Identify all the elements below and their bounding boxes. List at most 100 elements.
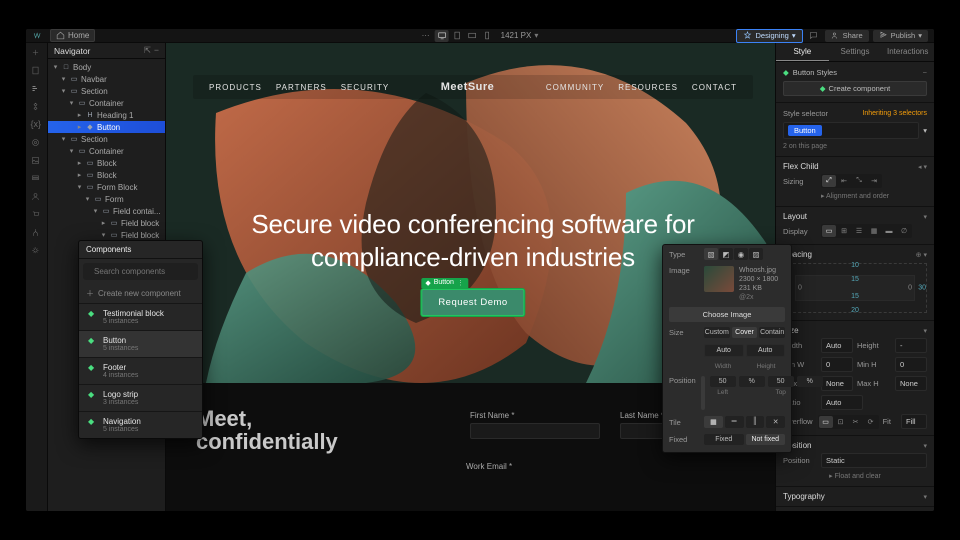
component-item[interactable]: ◆Testimonial block5 instances <box>79 303 202 330</box>
maxh-input[interactable]: None <box>895 376 927 391</box>
section-flex-child[interactable]: Flex Child◂ ▾ <box>783 161 927 172</box>
spacing-editor[interactable]: 10 20 30 30 15 15 0 0 <box>783 263 927 313</box>
assets-icon[interactable] <box>31 155 43 167</box>
components-search-input[interactable] <box>94 267 204 276</box>
components-popover: Components ＋Create new component ◆Testim… <box>78 240 203 439</box>
tablet-icon[interactable] <box>450 30 464 42</box>
tab-interactions[interactable]: Interactions <box>881 43 934 61</box>
minw-input[interactable]: 0 <box>821 357 853 372</box>
tree-row[interactable]: ▸◆Button <box>48 121 165 133</box>
tablet-landscape-icon[interactable] <box>465 30 479 42</box>
tab-settings[interactable]: Settings <box>829 43 882 61</box>
home-button[interactable]: Home <box>50 29 95 42</box>
nav-link[interactable]: COMMUNITY <box>546 83 604 92</box>
comment-icon[interactable] <box>807 30 821 42</box>
ellipsis-icon[interactable]: ⋯ <box>422 31 430 40</box>
topbar: Home ⋯ 1421 PX ▾ Designing▾ Share Publis… <box>26 29 934 43</box>
ratio-input[interactable]: Auto <box>821 395 863 410</box>
first-name-input[interactable] <box>470 423 600 439</box>
apps-icon[interactable] <box>31 245 43 257</box>
tree-row[interactable]: ▾▭Form <box>48 193 165 205</box>
tree-row[interactable]: ▾▭Section <box>48 85 165 97</box>
bg-position-grid[interactable] <box>701 376 705 410</box>
sizing-options[interactable]: ⤢⇤⤡⇥ <box>821 174 882 188</box>
width-chevron-down-icon[interactable]: ▾ <box>534 31 538 40</box>
tab-style[interactable]: Style <box>776 43 829 61</box>
publish-button[interactable]: Publish▾ <box>873 30 928 42</box>
brand-logo[interactable]: MeetSure <box>389 81 546 93</box>
tree-row[interactable]: ▸▭Block <box>48 169 165 181</box>
section-size[interactable]: Size▾ <box>783 325 927 336</box>
navigator-icon[interactable] <box>31 83 43 95</box>
nav-link[interactable]: CONTACT <box>692 83 737 92</box>
tree-row[interactable]: ▸▭Block <box>48 157 165 169</box>
logic-icon[interactable] <box>31 227 43 239</box>
navigator-pin-icon[interactable]: ⇱ <box>144 45 151 56</box>
tree-row[interactable]: ▾▭Navbar <box>48 73 165 85</box>
maxw-input[interactable]: None <box>821 376 853 391</box>
share-button[interactable]: Share <box>825 30 869 42</box>
components-search[interactable] <box>83 263 198 280</box>
component-item[interactable]: ◆Navigation5 instances <box>79 411 202 438</box>
bg-fixed-seg[interactable]: FixedNot fixed <box>704 434 785 445</box>
pages-icon[interactable] <box>31 65 43 77</box>
display-options[interactable]: ▭⊞☰▦▬∅ <box>821 224 912 238</box>
tree-row[interactable]: ▾□Body <box>48 61 165 73</box>
navigator-tree: ▾□Body▾▭Navbar▾▭Section▾▭Container▸HHead… <box>48 59 165 255</box>
nav-link[interactable]: PRODUCTS <box>209 83 262 92</box>
bg-height-input[interactable]: Auto <box>746 344 786 357</box>
bg-size-seg[interactable]: CustomCoverContain <box>704 327 785 338</box>
width-input[interactable]: Auto <box>821 338 853 353</box>
selection-tag[interactable]: ◆Button⋮ <box>421 278 468 288</box>
bg-image-thumb[interactable] <box>704 266 734 292</box>
cta-button[interactable]: Request Demo <box>421 289 524 316</box>
float-clear-toggle[interactable]: ▸ Float and clear <box>783 470 927 482</box>
navigator-header: Navigator ⇱− <box>48 43 165 59</box>
create-component-button[interactable]: ◆Create component <box>783 81 927 96</box>
height-input[interactable]: - <box>895 338 927 353</box>
collapse-icon[interactable]: − <box>154 45 159 56</box>
position-select[interactable]: Static <box>821 453 927 468</box>
minh-input[interactable]: 0 <box>895 357 927 372</box>
component-item[interactable]: ◆Logo strip3 instances <box>79 384 202 411</box>
state-chevron-down-icon[interactable]: ▾ <box>923 126 927 135</box>
section-spacing[interactable]: Spacing⊕ ▾ <box>783 249 927 260</box>
ecommerce-icon[interactable] <box>31 209 43 221</box>
overflow-options[interactable]: ▭⊡✂⟳ <box>818 415 879 429</box>
desktop-icon[interactable] <box>435 30 449 42</box>
bg-type-tabs[interactable]: ▧◩◉▨ <box>704 248 763 260</box>
choose-image-button[interactable]: Choose Image <box>669 307 785 322</box>
designing-toggle[interactable]: Designing▾ <box>736 29 802 43</box>
mobile-icon[interactable] <box>480 30 494 42</box>
bg-width-input[interactable]: Auto <box>704 344 744 357</box>
tree-row[interactable]: ▾▭Field contai... <box>48 205 165 217</box>
styles-icon[interactable] <box>31 137 43 149</box>
section-typography[interactable]: Typography▾ <box>783 491 927 502</box>
alignment-toggle[interactable]: ▸ Alignment and order <box>783 190 927 202</box>
add-elements-icon[interactable] <box>31 47 43 59</box>
tree-row[interactable]: ▾▭Section <box>48 133 165 145</box>
component-item[interactable]: ◆Button5 instances <box>79 330 202 357</box>
create-component-row[interactable]: ＋Create new component <box>79 284 202 303</box>
nav-link[interactable]: PARTNERS <box>276 83 327 92</box>
tree-row[interactable]: ▾▭Container <box>48 97 165 109</box>
variables-icon[interactable]: {x} <box>31 119 43 131</box>
class-selector[interactable]: Button <box>783 122 919 139</box>
webflow-logo-icon[interactable] <box>26 29 48 43</box>
tree-row[interactable]: ▸▭Field block <box>48 217 165 229</box>
tree-row[interactable]: ▸HHeading 1 <box>48 109 165 121</box>
section-position[interactable]: Position▾ <box>783 440 927 451</box>
components-rail-icon[interactable] <box>31 101 43 113</box>
instances-count: 2 on this page <box>783 141 927 152</box>
section-layout[interactable]: Layout▾ <box>783 211 927 222</box>
first-name-label: First Name * <box>470 411 600 420</box>
tree-row[interactable]: ▾▭Form Block <box>48 181 165 193</box>
tree-row[interactable]: ▾▭Container <box>48 145 165 157</box>
nav-link[interactable]: SECURITY <box>341 83 389 92</box>
users-icon[interactable] <box>31 191 43 203</box>
bg-tile-seg[interactable]: ▦═║✕ <box>704 416 785 428</box>
cms-icon[interactable] <box>31 173 43 185</box>
component-item[interactable]: ◆Footer4 instances <box>79 357 202 384</box>
color-type-icon: ▨ <box>749 248 763 260</box>
nav-link[interactable]: RESOURCES <box>618 83 678 92</box>
